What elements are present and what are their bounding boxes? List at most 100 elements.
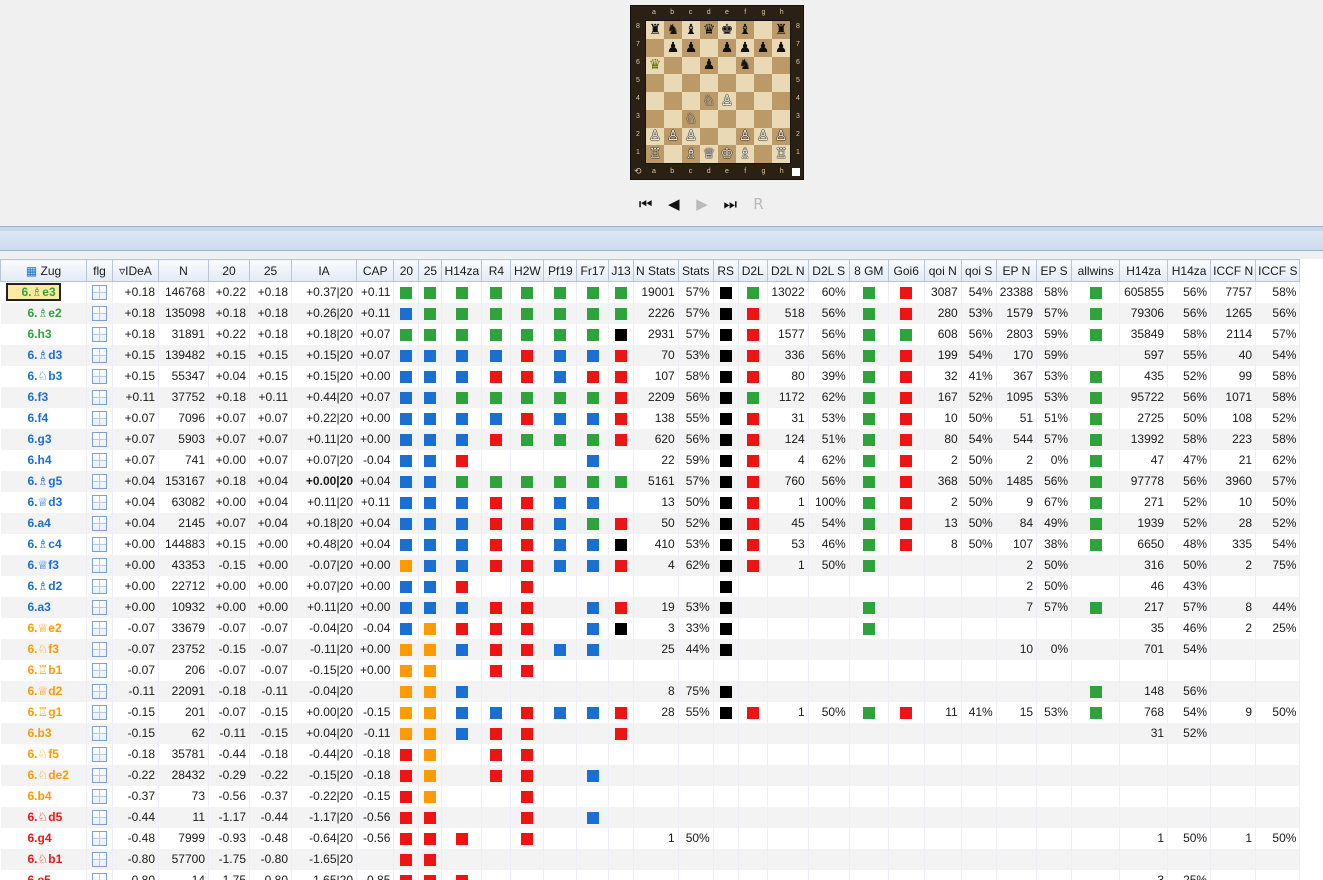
chess-piece[interactable]: ♕ — [703, 147, 716, 161]
move-label[interactable]: 6.g4 — [28, 831, 52, 845]
chess-piece[interactable]: ♟ — [703, 58, 716, 72]
column-header[interactable]: CAP — [355, 259, 395, 282]
board-square[interactable] — [700, 38, 718, 57]
table-row[interactable]: 6.f3 +0.11 37752 +0.18 +0.11 +0.44|20 +0.07 220… — [0, 386, 1301, 408]
flag-cell[interactable] — [86, 659, 113, 681]
flag-grid-icon[interactable] — [92, 851, 107, 867]
flag-cell[interactable] — [86, 596, 113, 618]
board-square[interactable]: ♙ — [646, 127, 664, 146]
flag-cell[interactable] — [86, 785, 113, 807]
table-row[interactable]: 6.♘de2 -0.22 28432 -0.29 -0.22 -0.15|20 -0.18 — [0, 764, 1301, 786]
move-cell[interactable]: 6.b3 — [0, 722, 87, 744]
flag-cell[interactable] — [86, 680, 113, 702]
board-square[interactable] — [718, 56, 736, 75]
column-header[interactable]: ICCF N — [1210, 259, 1257, 282]
board-square[interactable]: ♟ — [736, 38, 754, 57]
chess-piece[interactable]: ♙ — [721, 94, 734, 108]
table-row[interactable]: 6.♕d3 +0.04 63082 +0.00 +0.04 +0.11|20 +0.11 13… — [0, 491, 1301, 513]
replay-button[interactable]: R — [749, 193, 768, 215]
column-header[interactable]: D2L N — [766, 259, 809, 282]
flag-grid-icon[interactable] — [92, 473, 107, 489]
move-cell[interactable]: 6.♕f3 — [0, 554, 87, 576]
chess-piece[interactable]: ♚ — [721, 23, 734, 37]
chess-piece[interactable]: ♟ — [667, 41, 680, 55]
column-chooser-icon[interactable]: ▦ — [26, 264, 41, 278]
move-label[interactable]: 6.♕f3 — [28, 558, 59, 572]
chess-board[interactable]: ♜ ♞ ♝ ♛ ♚ ♝ ♜ ♟ ♟ ♟ ♟ ♟ ♟ ♛ ♟ ♞ ♘ ♙ ♘ ♙ ♙ ♙ ♙ ♙ ♙ ♖ ♗ ♕ ♔ ♗ ♖ — [645, 20, 791, 164]
flag-grid-icon[interactable] — [92, 368, 107, 384]
table-row[interactable]: 6.♕f3 +0.00 43353 -0.15 +0.00 -0.07|20 +0.00 4 6… — [0, 554, 1301, 576]
column-header[interactable]: N Stats — [632, 259, 679, 282]
move-cell[interactable]: 6.f3 — [0, 386, 87, 408]
table-row[interactable]: 6.a3 +0.00 10932 +0.00 +0.00 +0.11|20 +0.00 19 5… — [0, 596, 1301, 618]
table-row[interactable]: 6.♖b1 -0.07 206 -0.07 -0.07 -0.15|20 +0.00 — [0, 659, 1301, 681]
flag-grid-icon[interactable] — [92, 536, 107, 552]
board-square[interactable] — [700, 74, 718, 92]
board-square[interactable]: ♟ — [682, 38, 700, 57]
chess-piece[interactable]: ♙ — [667, 129, 680, 143]
board-square[interactable]: ♞ — [736, 56, 754, 75]
board-square[interactable]: ♜ — [772, 21, 790, 39]
column-header[interactable]: 8 GM — [848, 259, 889, 282]
flag-grid-icon[interactable] — [92, 326, 107, 342]
flag-grid-icon[interactable] — [92, 578, 107, 594]
board-square[interactable]: ♟ — [718, 38, 736, 57]
board-square[interactable] — [664, 109, 682, 128]
move-label[interactable]: 6.f3 — [28, 390, 49, 404]
table-row[interactable]: 6.♕d2 -0.11 22091 -0.18 -0.11 -0.04|20 8 75% 148… — [0, 680, 1301, 702]
move-label[interactable]: 6.h3 — [28, 327, 52, 341]
column-header[interactable]: D2L S — [807, 259, 850, 282]
board-square[interactable] — [646, 38, 664, 57]
chess-piece[interactable]: ♙ — [757, 129, 770, 143]
board-square[interactable] — [754, 74, 772, 92]
table-row[interactable]: 6.b4 -0.37 73 -0.56 -0.37 -0.22|20 -0.15 — [0, 785, 1301, 807]
column-header[interactable]: EP S — [1036, 259, 1073, 282]
column-header[interactable]: D2L — [737, 259, 768, 282]
table-row[interactable]: 6.♗e3 +0.18 146768 +0.22 +0.18 +0.37|20 +0.11 1… — [0, 281, 1301, 303]
flag-grid-icon[interactable] — [92, 515, 107, 531]
move-cell[interactable]: 6.♘d5 — [0, 806, 87, 828]
move-label[interactable]: 6.a4 — [28, 516, 51, 530]
move-label[interactable]: 6.♘de2 — [28, 768, 69, 782]
chess-piece[interactable]: ♙ — [775, 129, 788, 143]
board-square[interactable] — [736, 92, 754, 110]
board-square[interactable] — [682, 92, 700, 110]
move-cell[interactable]: 6.♕d2 — [0, 680, 87, 702]
board-square[interactable] — [700, 109, 718, 128]
column-header[interactable]: ▿IDeA — [112, 259, 159, 282]
chess-piece[interactable]: ♟ — [685, 41, 698, 55]
table-row[interactable]: 6.♘f5 -0.18 35781 -0.44 -0.18 -0.44|20 -0.18 — [0, 743, 1301, 765]
column-header[interactable]: J13 — [608, 259, 634, 282]
flag-cell[interactable] — [86, 848, 113, 870]
board-square[interactable] — [718, 127, 736, 146]
last-move-button[interactable]: ⏭ — [721, 193, 740, 215]
table-row[interactable]: 6.♘d5 -0.44 11 -1.17 -0.44 -1.17|20 -0.56 — [0, 806, 1301, 828]
board-square[interactable]: ♙ — [736, 127, 754, 146]
flag-cell[interactable] — [86, 365, 113, 387]
chess-piece[interactable]: ♔ — [721, 147, 734, 161]
board-square[interactable]: ♙ — [754, 127, 772, 146]
board-square[interactable] — [754, 92, 772, 110]
chess-piece[interactable]: ♟ — [775, 41, 788, 55]
board-square[interactable] — [772, 56, 790, 75]
board-square[interactable] — [754, 109, 772, 128]
move-cell[interactable]: 6.♕d3 — [0, 491, 87, 513]
table-row[interactable]: 6.h3 +0.18 31891 +0.22 +0.18 +0.18|20 +0.07 293… — [0, 323, 1301, 345]
column-header[interactable]: EP N — [995, 259, 1038, 282]
flag-grid-icon[interactable] — [92, 431, 107, 447]
move-cell[interactable]: 6.a4 — [0, 512, 87, 534]
move-cell[interactable]: 6.b4 — [0, 785, 87, 807]
board-square[interactable]: ♟ — [772, 38, 790, 57]
move-cell[interactable]: 6.♗d3 — [0, 344, 87, 366]
flag-cell[interactable] — [86, 575, 113, 597]
column-header[interactable]: Goi6 — [887, 259, 925, 282]
move-label[interactable]: 6.♕e2 — [28, 621, 62, 635]
board-square[interactable]: ♗ — [736, 145, 754, 163]
move-cell[interactable]: 6.♗g5 — [0, 470, 87, 492]
flag-grid-icon[interactable] — [92, 704, 107, 720]
board-square[interactable] — [664, 74, 682, 92]
board-square[interactable]: ♟ — [754, 38, 772, 57]
prev-move-button[interactable]: ◀ — [664, 193, 683, 215]
column-header[interactable]: Stats — [677, 259, 714, 282]
column-header[interactable]: H14za — [1167, 259, 1212, 282]
